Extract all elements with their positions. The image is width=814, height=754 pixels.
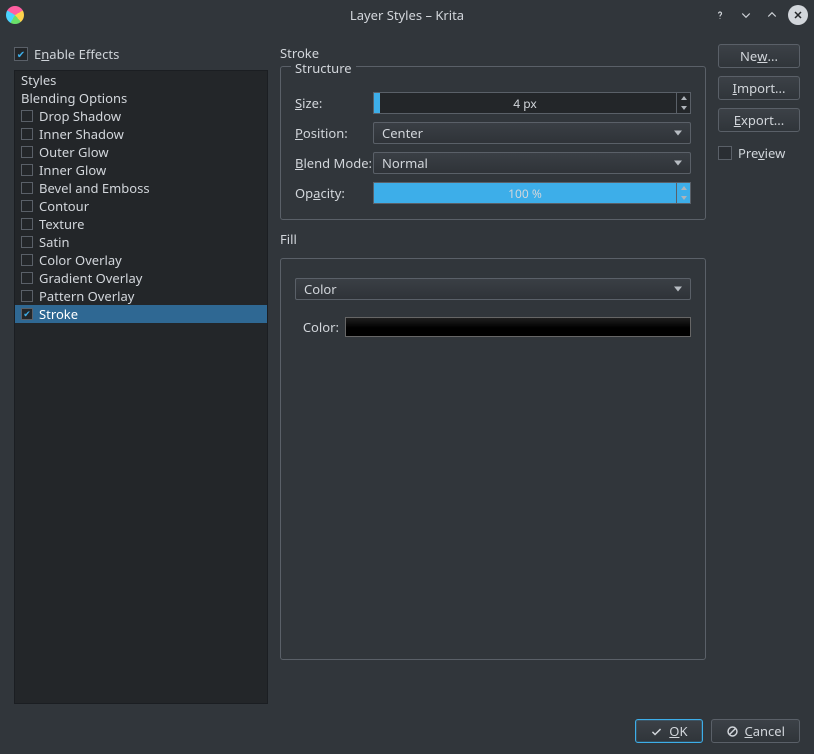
effect-item[interactable]: Contour — [15, 197, 267, 215]
titlebar: Layer Styles – Krita — [0, 0, 814, 30]
chevron-down-icon — [674, 287, 682, 292]
dialog-footer: OK Cancel — [0, 708, 814, 754]
collapse-up-button[interactable] — [762, 5, 782, 25]
effect-item[interactable]: Bevel and Emboss — [15, 179, 267, 197]
checkbox-icon — [21, 254, 33, 266]
opacity-step-up[interactable] — [677, 183, 690, 193]
checkbox-icon — [21, 200, 33, 212]
opacity-step-down[interactable] — [677, 193, 690, 203]
window-title: Layer Styles – Krita — [0, 6, 814, 24]
checkbox-icon — [21, 290, 33, 302]
import-button[interactable]: Import... — [718, 76, 800, 100]
cancel-icon — [726, 725, 739, 738]
checkbox-icon — [21, 128, 33, 140]
app-icon — [6, 6, 24, 24]
fill-group: Color Color: — [280, 258, 706, 660]
effect-item[interactable]: Pattern Overlay — [15, 287, 267, 305]
checkbox-icon — [21, 272, 33, 284]
effect-header[interactable]: Styles — [15, 71, 267, 89]
effect-item[interactable]: Satin — [15, 233, 267, 251]
effect-item[interactable]: Gradient Overlay — [15, 269, 267, 287]
structure-legend: Structure — [291, 59, 356, 77]
fill-type-combo[interactable]: Color — [295, 278, 691, 300]
effect-item[interactable]: Drop Shadow — [15, 107, 267, 125]
export-button[interactable]: Export... — [718, 108, 800, 132]
checkbox-icon — [21, 110, 33, 122]
checkbox-icon — [21, 236, 33, 248]
effects-list[interactable]: StylesBlending OptionsDrop ShadowInner S… — [14, 70, 268, 704]
blend-label: Blend Mode: — [295, 154, 373, 172]
collapse-down-button[interactable] — [736, 5, 756, 25]
close-button[interactable] — [788, 5, 808, 25]
fill-legend-outer: Fill — [280, 230, 706, 248]
new-button[interactable]: New... — [718, 44, 800, 68]
effect-item[interactable]: Outer Glow — [15, 143, 267, 161]
check-icon — [650, 725, 663, 738]
cancel-button[interactable]: Cancel — [711, 719, 800, 743]
effect-item[interactable]: Inner Glow — [15, 161, 267, 179]
effect-item[interactable]: Texture — [15, 215, 267, 233]
checkbox-icon — [718, 146, 732, 160]
checkbox-icon — [21, 182, 33, 194]
enable-effects-checkbox[interactable]: ✔ Enable Effects — [14, 44, 268, 64]
checkbox-icon — [21, 146, 33, 158]
effect-header[interactable]: Blending Options — [15, 89, 267, 107]
blend-mode-combo[interactable]: Normal — [373, 152, 691, 174]
position-combo[interactable]: Center — [373, 122, 691, 144]
position-label: Position: — [295, 124, 373, 142]
size-label: Size: — [295, 94, 373, 112]
effect-item[interactable]: ✔Stroke — [15, 305, 267, 323]
checkbox-icon — [21, 164, 33, 176]
ok-button[interactable]: OK — [635, 719, 702, 743]
checkbox-icon — [21, 218, 33, 230]
chevron-down-icon — [674, 161, 682, 166]
effect-item[interactable]: Inner Shadow — [15, 125, 267, 143]
size-step-up[interactable] — [677, 93, 690, 103]
opacity-spin[interactable]: 100 % — [373, 182, 691, 204]
opacity-label: Opacity: — [295, 184, 373, 202]
color-swatch[interactable] — [345, 317, 691, 337]
color-label: Color: — [295, 318, 339, 336]
chevron-down-icon — [674, 131, 682, 136]
preview-checkbox[interactable]: Preview — [718, 144, 800, 162]
checkbox-icon: ✔ — [21, 308, 33, 320]
effect-item[interactable]: Color Overlay — [15, 251, 267, 269]
size-spin[interactable]: 4 px — [373, 92, 691, 114]
checkbox-icon: ✔ — [14, 47, 28, 61]
structure-group: Structure Size: 4 px Position: Center — [280, 66, 706, 220]
size-step-down[interactable] — [677, 103, 690, 113]
help-button[interactable] — [710, 5, 730, 25]
